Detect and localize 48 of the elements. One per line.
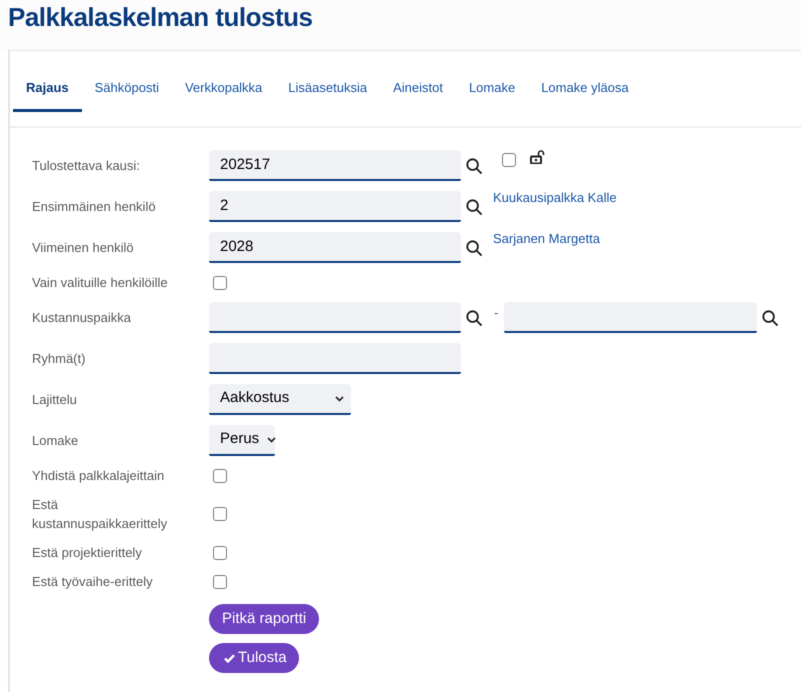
tab[interactable]: Lomake yläosa	[528, 67, 642, 112]
search-icon[interactable]	[466, 198, 482, 214]
checkbox[interactable]	[213, 468, 227, 482]
dropdown[interactable]: Perus	[209, 425, 275, 456]
input-field[interactable]: 2	[209, 191, 461, 222]
checkbox[interactable]	[502, 153, 516, 167]
field-label: Tulostettava kausi:	[32, 157, 141, 175]
search-icon[interactable]	[466, 310, 482, 326]
print-button[interactable]: Tulosta	[209, 643, 299, 673]
search-icon[interactable]	[466, 158, 482, 174]
range-dash: -	[494, 305, 498, 321]
checkbox[interactable]	[213, 546, 227, 560]
tab[interactable]: Verkkopalkka	[172, 67, 276, 112]
field-label: Yhdistä palkkalajeittain	[32, 467, 166, 485]
checkbox[interactable]	[213, 276, 227, 290]
input-field[interactable]: 2028	[209, 232, 461, 263]
unlocked-lock-icon[interactable]	[530, 150, 545, 164]
checkbox[interactable]	[213, 574, 227, 588]
field-label: Lajittelu	[32, 391, 78, 409]
input-field[interactable]	[209, 302, 461, 333]
person-name: Kuukausipalkka Kalle	[493, 190, 617, 206]
chevron-down-icon	[335, 396, 344, 402]
field-label: Estä työvaihe-erittely	[32, 573, 154, 591]
report-button[interactable]: Pitkä raportti	[209, 604, 320, 634]
person-name: Sarjanen Margetta	[493, 231, 600, 247]
checkbox[interactable]	[213, 507, 227, 521]
check-icon	[224, 654, 235, 662]
input-field[interactable]	[209, 343, 461, 374]
search-icon[interactable]	[466, 240, 482, 256]
field-label: Estä projektierittely	[32, 544, 143, 562]
dropdown[interactable]: Aakkostus	[209, 384, 351, 415]
input-field[interactable]	[504, 302, 758, 333]
field-label: Estä kustannuspaikkaerittely	[32, 496, 168, 533]
field-label: Lomake	[32, 432, 80, 450]
field-label: Kustannuspaikka	[32, 309, 132, 327]
field-label: Viimeinen henkilö	[32, 239, 135, 257]
field-label: Ensimmäinen henkilö	[32, 198, 157, 216]
chevron-down-icon	[267, 436, 276, 442]
tab[interactable]: Aineistot	[380, 67, 456, 112]
input-field[interactable]: 202517	[209, 150, 461, 181]
field-label: Vain valituille henkilöille	[32, 274, 169, 292]
tab[interactable]: Rajaus	[13, 67, 82, 112]
tab[interactable]: Sähköposti	[82, 67, 172, 112]
page-title: Palkkalaskelman tulostus	[8, 1, 314, 33]
tab[interactable]: Lisäasetuksia	[275, 67, 380, 112]
tab[interactable]: Lomake	[456, 67, 528, 112]
field-label: Ryhmä(t)	[32, 350, 86, 368]
search-icon[interactable]	[762, 310, 778, 326]
